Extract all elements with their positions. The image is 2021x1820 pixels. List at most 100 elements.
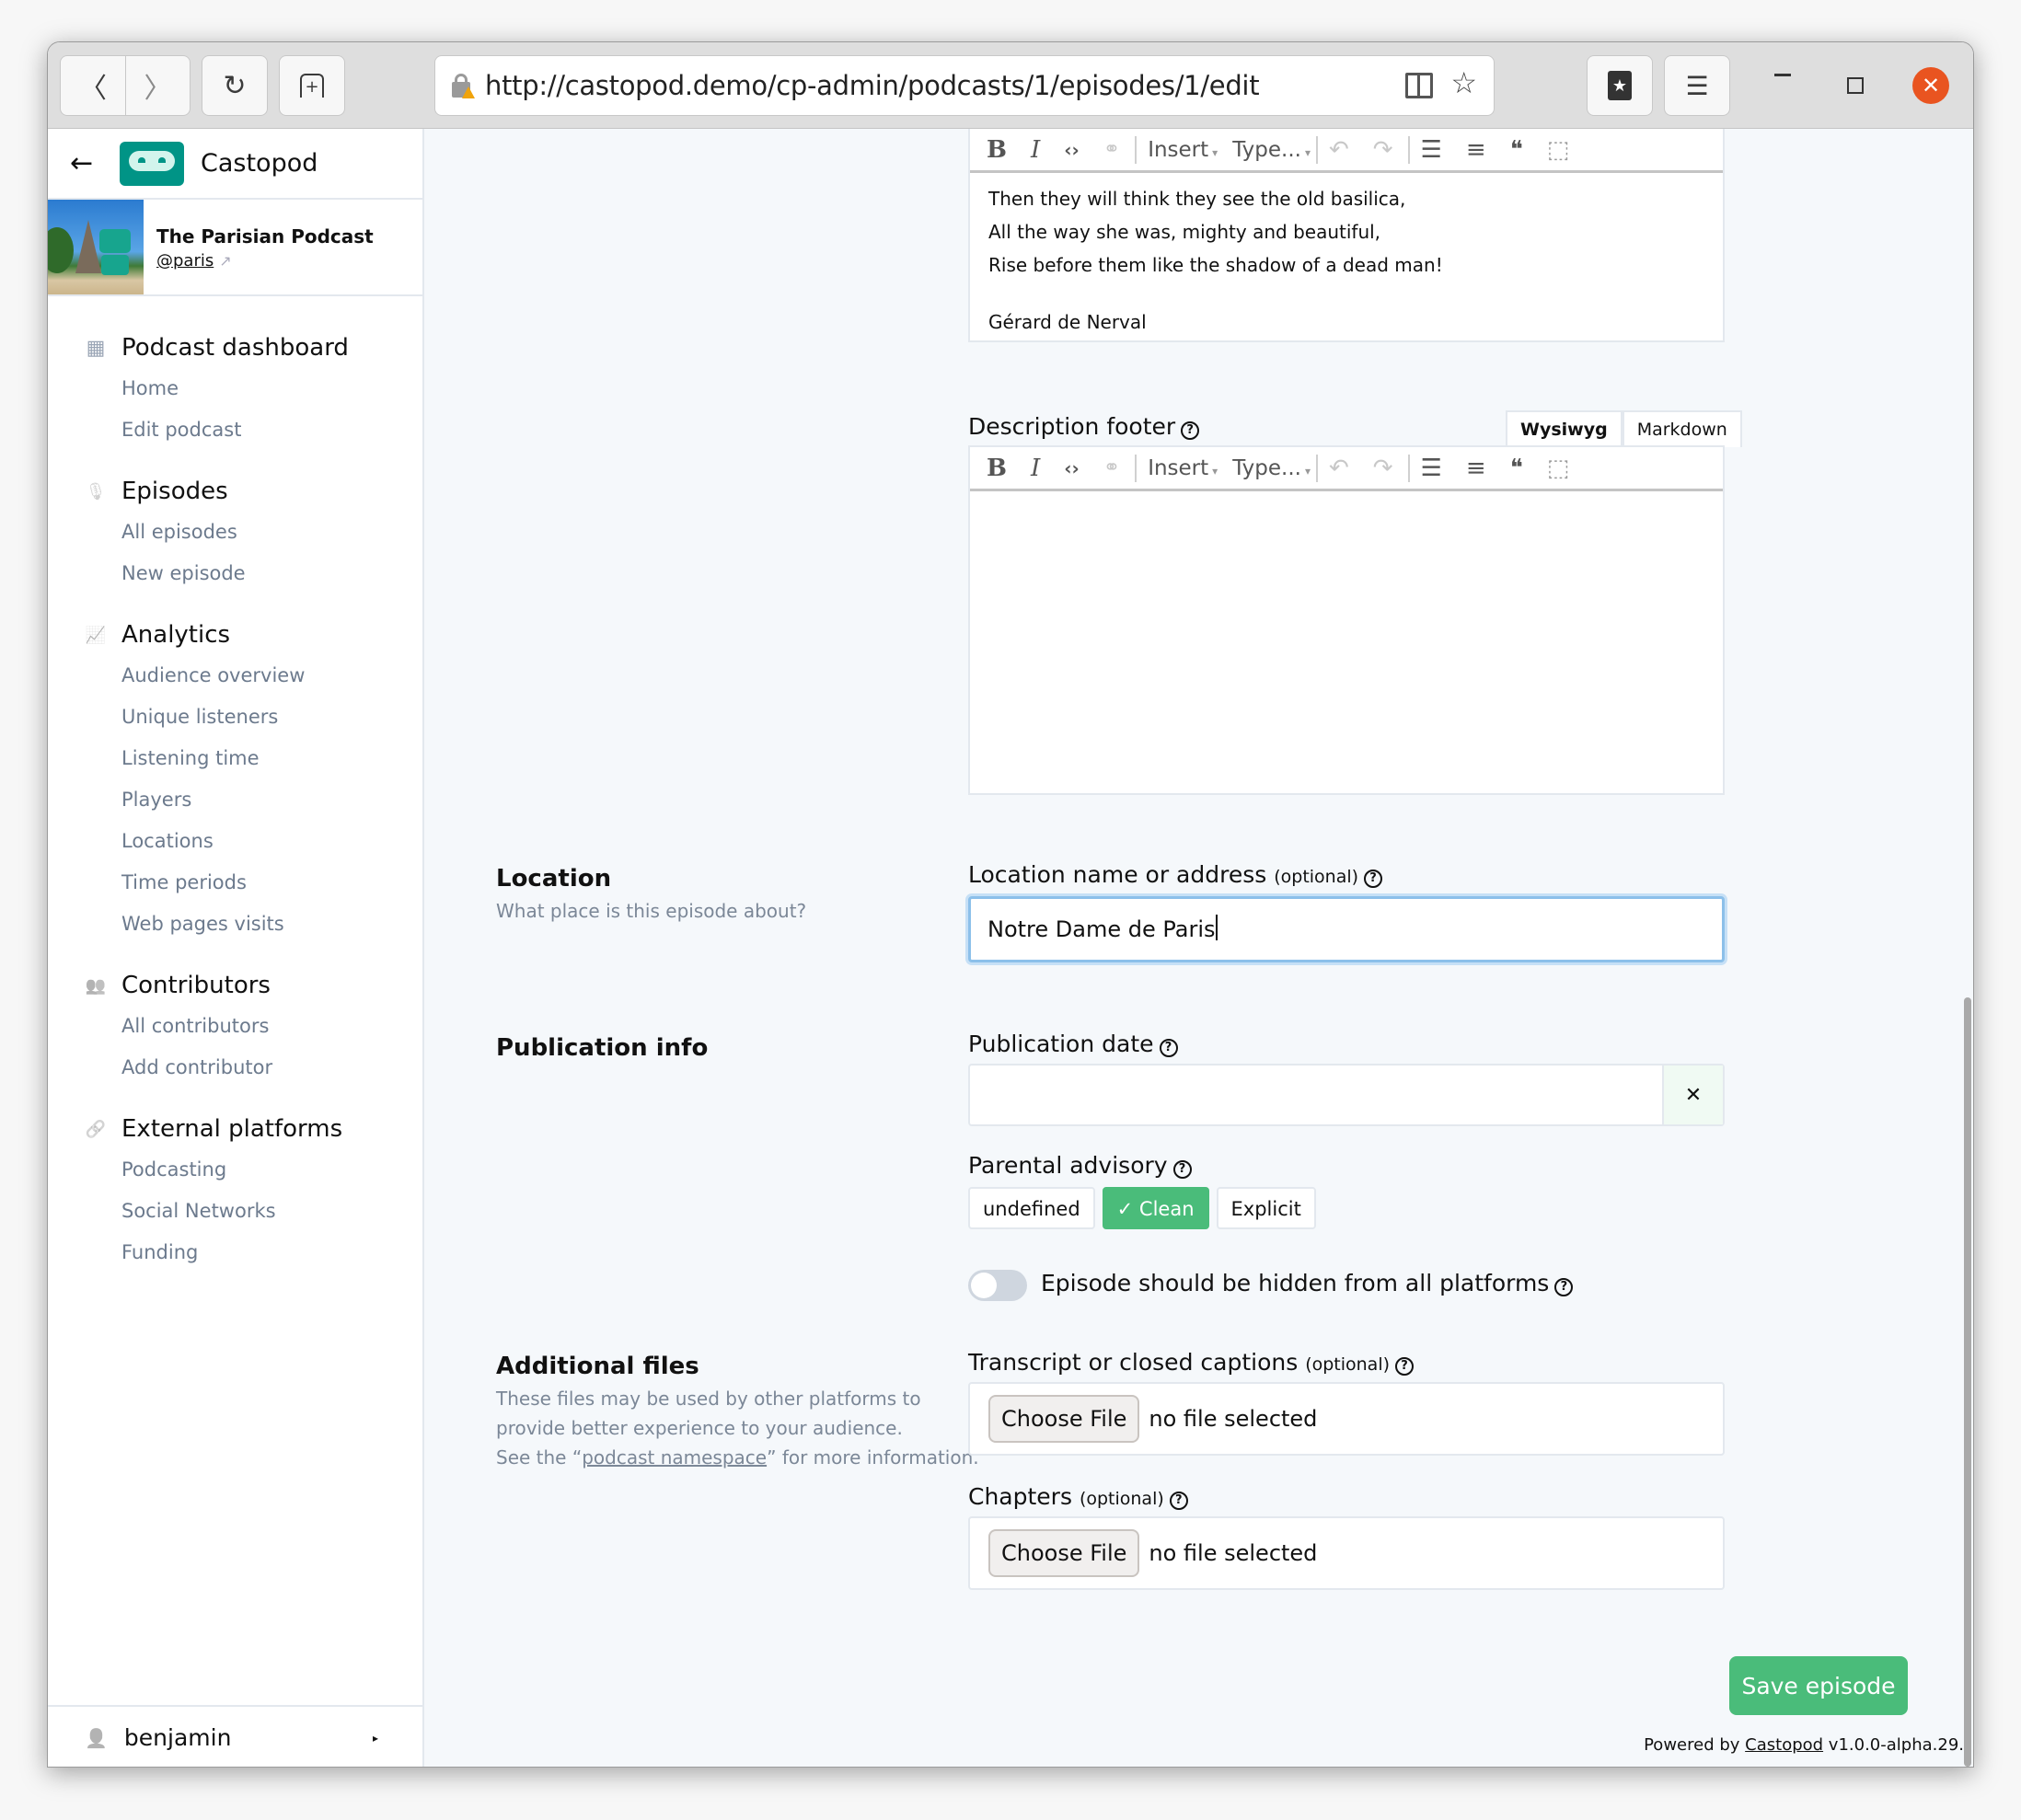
sidebar-item-edit-podcast[interactable]: Edit podcast bbox=[121, 409, 422, 451]
sidebar-item-podcasting[interactable]: Podcasting bbox=[121, 1149, 422, 1191]
editor-toolbar: B I ‹› ⚭ Insert ▾ Type... ▾ ↶ ↷ ☰ ≡ ❝ ⬚ bbox=[970, 447, 1723, 491]
main-content: B I ‹› ⚭ Insert ▾ Type... ▾ ↶ ↷ ☰ ≡ ❝ ⬚ Th… bbox=[426, 129, 1973, 1767]
type-dropdown[interactable]: Type... ▾ bbox=[1232, 456, 1311, 480]
back-arrow-icon[interactable]: ← bbox=[70, 147, 107, 179]
parental-option-clean[interactable]: ✓ Clean bbox=[1102, 1187, 1209, 1229]
blockquote-button[interactable]: ❝ bbox=[1510, 136, 1523, 164]
menu-button[interactable]: ☰ bbox=[1664, 55, 1730, 116]
help-icon[interactable]: ? bbox=[1172, 1160, 1192, 1179]
italic-button[interactable]: I bbox=[1031, 455, 1040, 482]
bullet-list-button[interactable]: ☰ bbox=[1421, 455, 1442, 482]
castopod-link[interactable]: Castopod bbox=[1745, 1735, 1823, 1755]
back-button[interactable]: 〈 bbox=[61, 56, 125, 115]
insert-dropdown[interactable]: Insert ▾ bbox=[1148, 138, 1218, 162]
sidebar-item-players[interactable]: Players bbox=[121, 779, 422, 821]
sidebar-item-new-episode[interactable]: New episode bbox=[121, 553, 422, 594]
nav-group-external-platforms: 🔗 External platforms Podcasting Social Ne… bbox=[48, 1109, 422, 1273]
user-menu[interactable]: 👤 benjamin ▸ bbox=[48, 1705, 422, 1767]
sidebar-item-web-pages-visits[interactable]: Web pages visits bbox=[121, 904, 422, 945]
label-text: Location name or address bbox=[968, 861, 1267, 888]
brand-header: ← Castopod bbox=[48, 129, 422, 200]
publication-date-input[interactable]: ✕ bbox=[968, 1064, 1725, 1126]
type-label: Type... bbox=[1232, 455, 1301, 480]
undo-button[interactable]: ↶ bbox=[1329, 455, 1349, 482]
type-dropdown[interactable]: Type... ▾ bbox=[1232, 138, 1311, 162]
nav-group-label: Podcast dashboard bbox=[121, 334, 349, 362]
sidebar-item-audience-overview[interactable]: Audience overview bbox=[121, 655, 422, 697]
parental-option-undefined[interactable]: undefined bbox=[968, 1187, 1095, 1229]
link-button[interactable]: ⚭ bbox=[1103, 138, 1120, 161]
choose-file-button[interactable]: Choose File bbox=[988, 1529, 1140, 1577]
toolbar-divider bbox=[1135, 454, 1138, 482]
bold-button[interactable]: B bbox=[987, 455, 1007, 482]
code-button[interactable]: ‹› bbox=[1064, 457, 1079, 479]
help-icon[interactable]: ? bbox=[1181, 421, 1200, 440]
save-episode-button[interactable]: Save episode bbox=[1729, 1656, 1908, 1715]
scrollbar[interactable] bbox=[1964, 997, 1971, 1767]
bookmark-book-icon: ★ bbox=[1608, 71, 1632, 100]
ordered-list-button[interactable]: ≡ bbox=[1466, 455, 1486, 482]
sidebar-item-listening-time[interactable]: Listening time bbox=[121, 738, 422, 779]
select-block-button[interactable]: ⬚ bbox=[1547, 136, 1570, 164]
podcast-card[interactable]: The Parisian Podcast @paris ↗ bbox=[48, 200, 422, 296]
minimize-button[interactable] bbox=[1774, 74, 1791, 76]
podcast-handle-link[interactable]: @paris bbox=[156, 251, 214, 271]
sidebar-item-all-episodes[interactable]: All episodes bbox=[121, 512, 422, 553]
sidebar-item-add-contributor[interactable]: Add contributor bbox=[121, 1047, 422, 1089]
close-window-button[interactable]: ✕ bbox=[1912, 67, 1949, 104]
chart-line-icon: 📈 bbox=[85, 625, 107, 645]
help-icon[interactable]: ? bbox=[1395, 1357, 1415, 1376]
select-block-button[interactable]: ⬚ bbox=[1547, 455, 1570, 482]
blockquote-button[interactable]: ❝ bbox=[1510, 455, 1523, 482]
caret-right-icon: ▸ bbox=[372, 1731, 378, 1745]
sidebar-item-unique-listeners[interactable]: Unique listeners bbox=[121, 697, 422, 738]
sidebar-item-time-periods[interactable]: Time periods bbox=[121, 862, 422, 904]
bullet-list-button[interactable]: ☰ bbox=[1421, 136, 1442, 164]
link-button[interactable]: ⚭ bbox=[1103, 456, 1120, 479]
code-button[interactable]: ‹› bbox=[1064, 139, 1079, 161]
optional-tag: (optional) bbox=[1305, 1354, 1391, 1375]
url-text[interactable]: http://castopod.demo/cp-admin/podcasts/1… bbox=[485, 70, 1260, 101]
help-icon[interactable]: ? bbox=[1554, 1278, 1574, 1296]
nav-group-label: Episodes bbox=[121, 478, 228, 505]
sidebar-item-locations[interactable]: Locations bbox=[121, 821, 422, 862]
parental-option-explicit[interactable]: Explicit bbox=[1216, 1187, 1316, 1229]
chevron-down-icon: ▾ bbox=[1212, 145, 1218, 159]
hidden-toggle-label: Episode should be hidden from all platfo… bbox=[1041, 1270, 1574, 1296]
choose-file-button[interactable]: Choose File bbox=[988, 1395, 1140, 1443]
library-button[interactable]: ★ bbox=[1587, 55, 1653, 116]
tab-wysiwyg[interactable]: Wysiwyg bbox=[1506, 410, 1623, 447]
tab-markdown[interactable]: Markdown bbox=[1622, 410, 1742, 447]
description-content[interactable]: Then they will think they see the old ba… bbox=[970, 173, 1723, 348]
sidebar-item-all-contributors[interactable]: All contributors bbox=[121, 1006, 422, 1047]
podcast-namespace-link[interactable]: podcast namespace bbox=[582, 1446, 767, 1469]
location-input[interactable]: Notre Dame de Paris bbox=[968, 896, 1725, 962]
bold-button[interactable]: B bbox=[987, 136, 1007, 164]
description-footer-content[interactable] bbox=[970, 491, 1723, 786]
subtitle-line: See the “podcast namespace” for more inf… bbox=[496, 1443, 979, 1472]
help-icon[interactable]: ? bbox=[1364, 870, 1383, 888]
sidebar-item-funding[interactable]: Funding bbox=[121, 1232, 422, 1273]
forward-button[interactable]: 〉 bbox=[125, 56, 190, 115]
italic-button[interactable]: I bbox=[1031, 136, 1040, 164]
text-cursor bbox=[1215, 915, 1218, 940]
sidebar-item-home[interactable]: Home bbox=[121, 368, 422, 409]
redo-button[interactable]: ↷ bbox=[1373, 455, 1393, 482]
help-icon[interactable]: ? bbox=[1159, 1039, 1178, 1057]
undo-button[interactable]: ↶ bbox=[1329, 136, 1349, 164]
insert-dropdown[interactable]: Insert ▾ bbox=[1148, 456, 1218, 480]
clear-date-button[interactable]: ✕ bbox=[1662, 1066, 1723, 1124]
reader-view-icon[interactable] bbox=[1405, 73, 1433, 98]
help-icon[interactable]: ? bbox=[1169, 1492, 1188, 1510]
toolbar-divider bbox=[1407, 135, 1410, 164]
maximize-button[interactable] bbox=[1847, 77, 1864, 94]
reload-button[interactable]: ↻ bbox=[202, 55, 268, 116]
bookmark-star-icon[interactable]: ☆ bbox=[1450, 65, 1477, 100]
type-label: Type... bbox=[1232, 137, 1301, 162]
address-bar[interactable]: http://castopod.demo/cp-admin/podcasts/1… bbox=[434, 55, 1495, 116]
ordered-list-button[interactable]: ≡ bbox=[1466, 136, 1486, 164]
sidebar-item-social-networks[interactable]: Social Networks bbox=[121, 1191, 422, 1232]
new-tab-button[interactable]: + bbox=[279, 55, 345, 116]
hidden-toggle[interactable] bbox=[968, 1270, 1027, 1301]
redo-button[interactable]: ↷ bbox=[1373, 136, 1393, 164]
